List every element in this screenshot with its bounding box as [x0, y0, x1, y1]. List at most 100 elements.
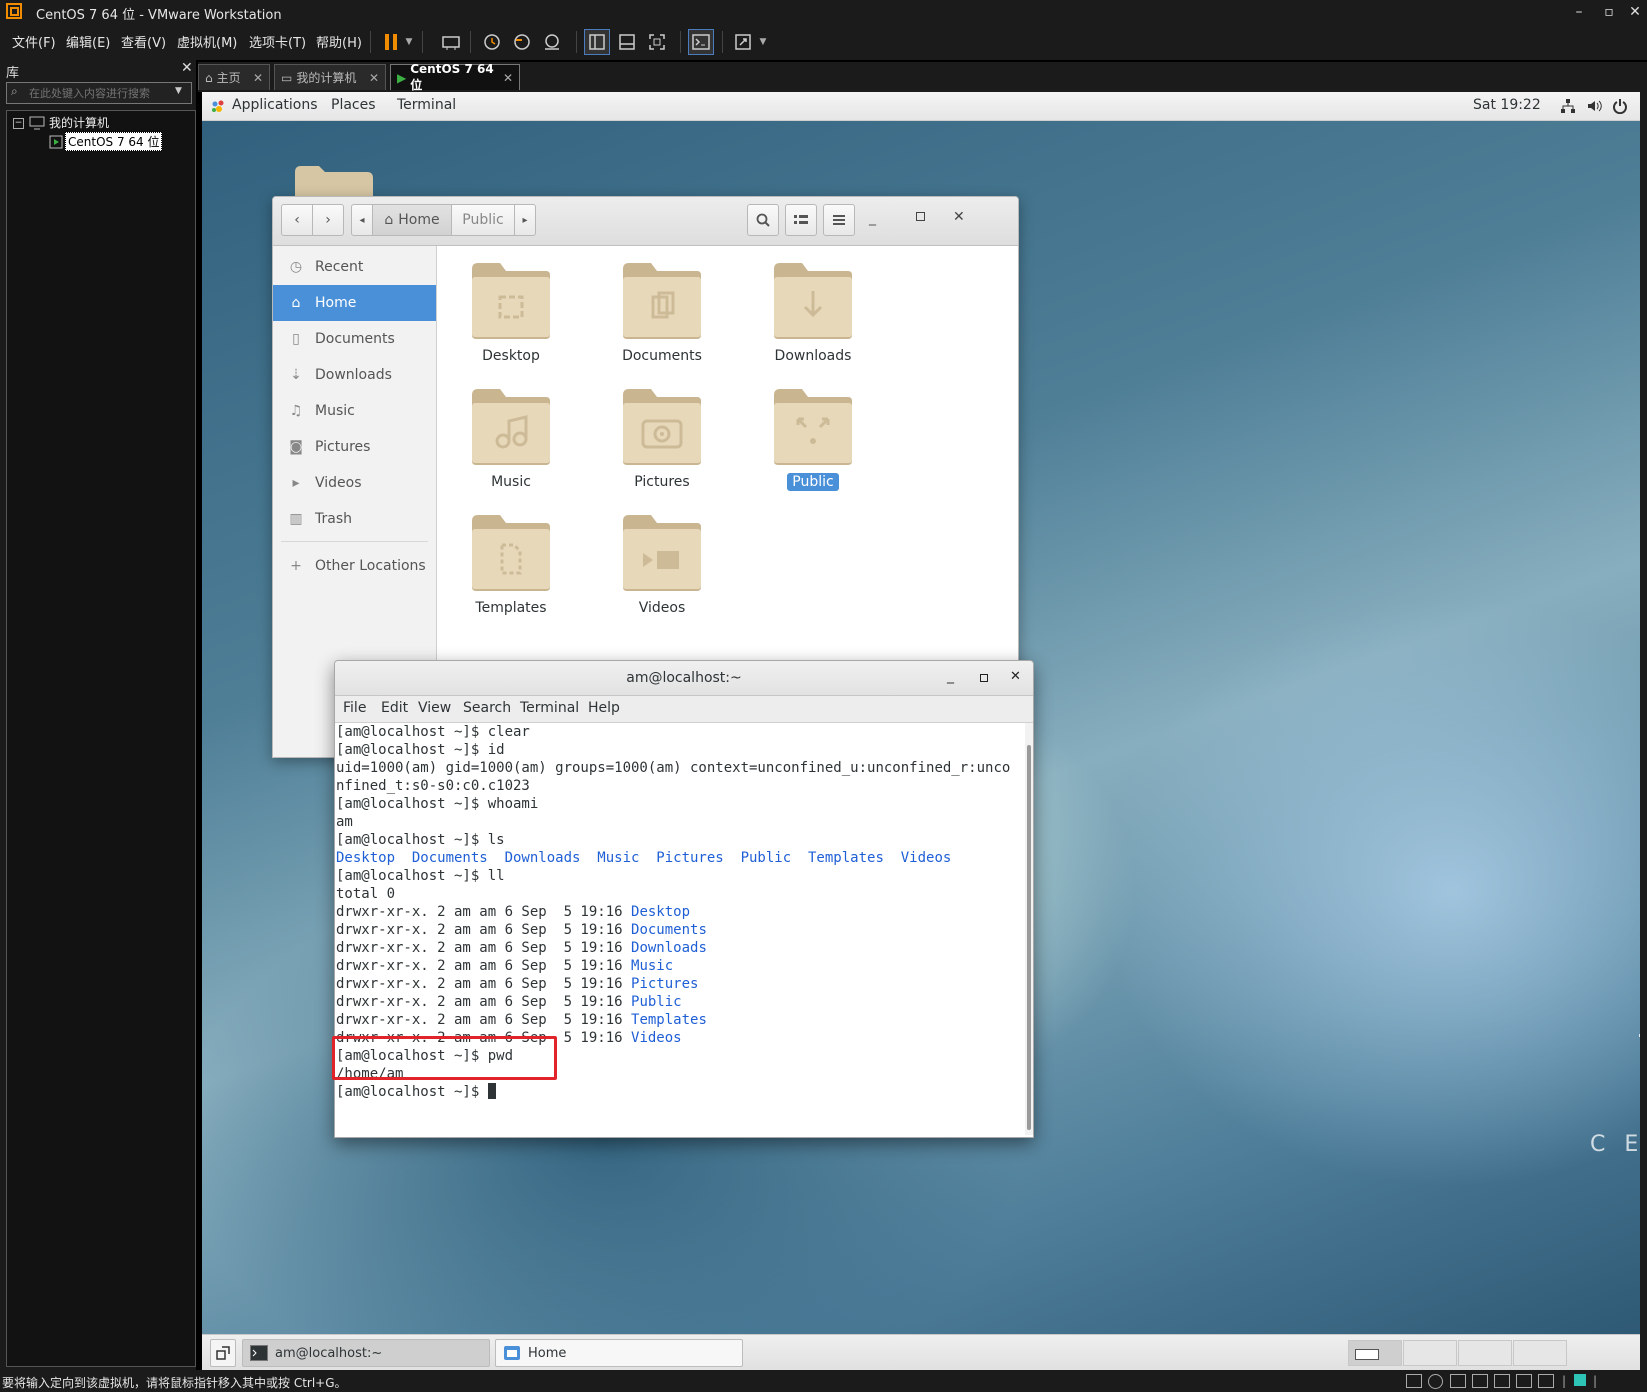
- files-minimize-button[interactable]: _: [869, 210, 876, 226]
- terminal-menu-edit[interactable]: Edit: [381, 700, 408, 716]
- workspace-4[interactable]: [1513, 1340, 1567, 1366]
- menu-vm[interactable]: 虚拟机(M): [177, 32, 237, 51]
- cd-rom-icon[interactable]: [1428, 1374, 1443, 1389]
- tab-my-computer[interactable]: ▭ 我的计算机 ✕: [274, 64, 386, 90]
- library-close-icon[interactable]: ✕: [181, 60, 193, 76]
- workspace-2[interactable]: [1403, 1340, 1457, 1366]
- network-adapter-icon[interactable]: [1450, 1374, 1466, 1388]
- sidebar-item-home[interactable]: ⌂ Home: [273, 285, 436, 321]
- terminal-menu-search[interactable]: Search: [463, 700, 511, 716]
- usb-icon[interactable]: [1472, 1374, 1488, 1388]
- library-search-input[interactable]: [27, 84, 171, 102]
- path-public-button[interactable]: Public: [451, 204, 515, 236]
- files-close-button[interactable]: ✕: [953, 209, 965, 225]
- close-button[interactable]: ✕: [1624, 2, 1646, 22]
- tab-home[interactable]: ⌂ 主页 ✕: [198, 64, 270, 90]
- terminal-menu-help[interactable]: Help: [588, 700, 620, 716]
- clock[interactable]: Sat 19:22: [1473, 97, 1541, 113]
- sidebar-item-music[interactable]: ♫ Music: [273, 393, 436, 429]
- terminal-menu-view[interactable]: View: [418, 700, 451, 716]
- back-button[interactable]: ‹: [281, 204, 313, 236]
- stretch-dropdown-chevron-icon[interactable]: ▼: [756, 29, 770, 55]
- places-menu[interactable]: Places: [331, 97, 376, 113]
- volume-icon[interactable]: [1586, 98, 1602, 118]
- tree-item-centos-vm[interactable]: CentOS 7 64 位: [65, 132, 163, 151]
- terminal-menu-terminal[interactable]: Terminal: [520, 700, 579, 716]
- sound-card-icon[interactable]: [1494, 1374, 1510, 1388]
- search-dropdown-chevron-icon[interactable]: ▼: [175, 86, 182, 96]
- menu-view[interactable]: 查看(V): [121, 32, 166, 51]
- full-screen-button[interactable]: [644, 29, 670, 55]
- pause-button[interactable]: [378, 29, 404, 55]
- folder-public[interactable]: Public: [753, 385, 873, 505]
- files-maximize-button[interactable]: [916, 212, 925, 221]
- pause-dropdown-chevron-icon[interactable]: ▼: [402, 29, 416, 55]
- menu-tabs[interactable]: 选项卡(T): [249, 32, 306, 51]
- taskbar-item-terminal[interactable]: am@localhost:~: [242, 1339, 490, 1367]
- tab-close-icon[interactable]: ✕: [503, 71, 513, 85]
- sidebar-item-pictures[interactable]: ◙ Pictures: [273, 429, 436, 465]
- terminal-scrollbar[interactable]: [1025, 723, 1033, 1135]
- sidebar-item-documents[interactable]: ▯ Documents: [273, 321, 436, 357]
- sidebar-item-videos[interactable]: ▸ Videos: [273, 465, 436, 501]
- tree-item-my-computer[interactable]: 我的计算机: [49, 114, 109, 131]
- tree-collapse-icon[interactable]: −: [13, 118, 24, 129]
- folder-downloads[interactable]: Downloads: [753, 259, 873, 379]
- message-log-icon[interactable]: [1574, 1374, 1586, 1386]
- power-icon[interactable]: [1612, 98, 1628, 118]
- thumbnail-bar-button[interactable]: [614, 29, 640, 55]
- applications-menu[interactable]: Applications: [232, 97, 318, 113]
- taskbar-item-files[interactable]: Home: [495, 1339, 743, 1367]
- tab-close-icon[interactable]: ✕: [369, 71, 379, 85]
- guest-desktop[interactable]: Applications Places Terminal Sat 19:22 C…: [202, 92, 1647, 1370]
- sidebar-item-label: Other Locations: [315, 558, 426, 574]
- sidebar-item-other-locations[interactable]: + Other Locations: [273, 548, 436, 584]
- send-ctrl-alt-del-button[interactable]: [438, 29, 464, 55]
- terminal-maximize-button[interactable]: [980, 674, 988, 682]
- library-search-box[interactable]: ⌕ ▼: [6, 82, 192, 104]
- workspace-3[interactable]: [1458, 1340, 1512, 1366]
- show-desktop-button[interactable]: [210, 1339, 236, 1367]
- folder-pictures[interactable]: Pictures: [602, 385, 722, 505]
- workspace-1[interactable]: [1348, 1340, 1402, 1366]
- desktop-home-folder-icon[interactable]: [295, 166, 375, 200]
- folder-videos[interactable]: Videos: [602, 511, 722, 631]
- menu-help[interactable]: 帮助(H): [316, 32, 362, 51]
- printer-icon[interactable]: [1516, 1374, 1532, 1388]
- tab-close-icon[interactable]: ✕: [253, 71, 263, 85]
- terminal-directory-name: Pictures: [631, 976, 699, 992]
- folder-documents[interactable]: Documents: [602, 259, 722, 379]
- search-button[interactable]: [747, 204, 779, 236]
- show-library-button[interactable]: [584, 29, 610, 55]
- snapshot-button[interactable]: [479, 29, 505, 55]
- display-icon[interactable]: [1538, 1374, 1554, 1388]
- hard-disk-icon[interactable]: [1406, 1374, 1422, 1388]
- minimize-button[interactable]: –: [1568, 2, 1590, 22]
- sidebar-item-recent[interactable]: ◷ Recent: [273, 249, 436, 285]
- path-scroll-right-button[interactable]: ▸: [514, 204, 536, 236]
- menu-file[interactable]: 文件(F): [12, 32, 56, 51]
- folder-desktop[interactable]: Desktop: [451, 259, 571, 379]
- path-scroll-left-button[interactable]: ◂: [351, 204, 373, 236]
- path-home-button[interactable]: ⌂ Home: [372, 204, 452, 236]
- terminal-close-button[interactable]: ✕: [1010, 669, 1021, 684]
- folder-music[interactable]: Music: [451, 385, 571, 505]
- network-wired-icon[interactable]: [1560, 98, 1576, 118]
- view-toggle-button[interactable]: [785, 204, 817, 236]
- maximize-button[interactable]: ▫: [1598, 2, 1620, 22]
- menu-button[interactable]: [823, 204, 855, 236]
- desktop-folder-icon: [472, 263, 550, 339]
- stretch-guest-button[interactable]: [730, 29, 756, 55]
- sidebar-item-trash[interactable]: ▥ Trash: [273, 501, 436, 537]
- terminal-menu-file[interactable]: File: [343, 700, 366, 716]
- terminal-minimize-button[interactable]: _: [947, 668, 954, 684]
- menu-edit[interactable]: 编辑(E): [66, 32, 110, 51]
- console-view-button[interactable]: [688, 29, 714, 55]
- tab-centos-vm[interactable]: ▶ CentOS 7 64 位 ✕: [390, 62, 520, 92]
- terminal-app-menu[interactable]: Terminal: [397, 97, 456, 113]
- revert-snapshot-button[interactable]: [509, 29, 535, 55]
- sidebar-item-downloads[interactable]: ⇣ Downloads: [273, 357, 436, 393]
- folder-templates[interactable]: Templates: [451, 511, 571, 631]
- snapshot-manager-button[interactable]: [539, 29, 565, 55]
- forward-button[interactable]: ›: [312, 204, 344, 236]
